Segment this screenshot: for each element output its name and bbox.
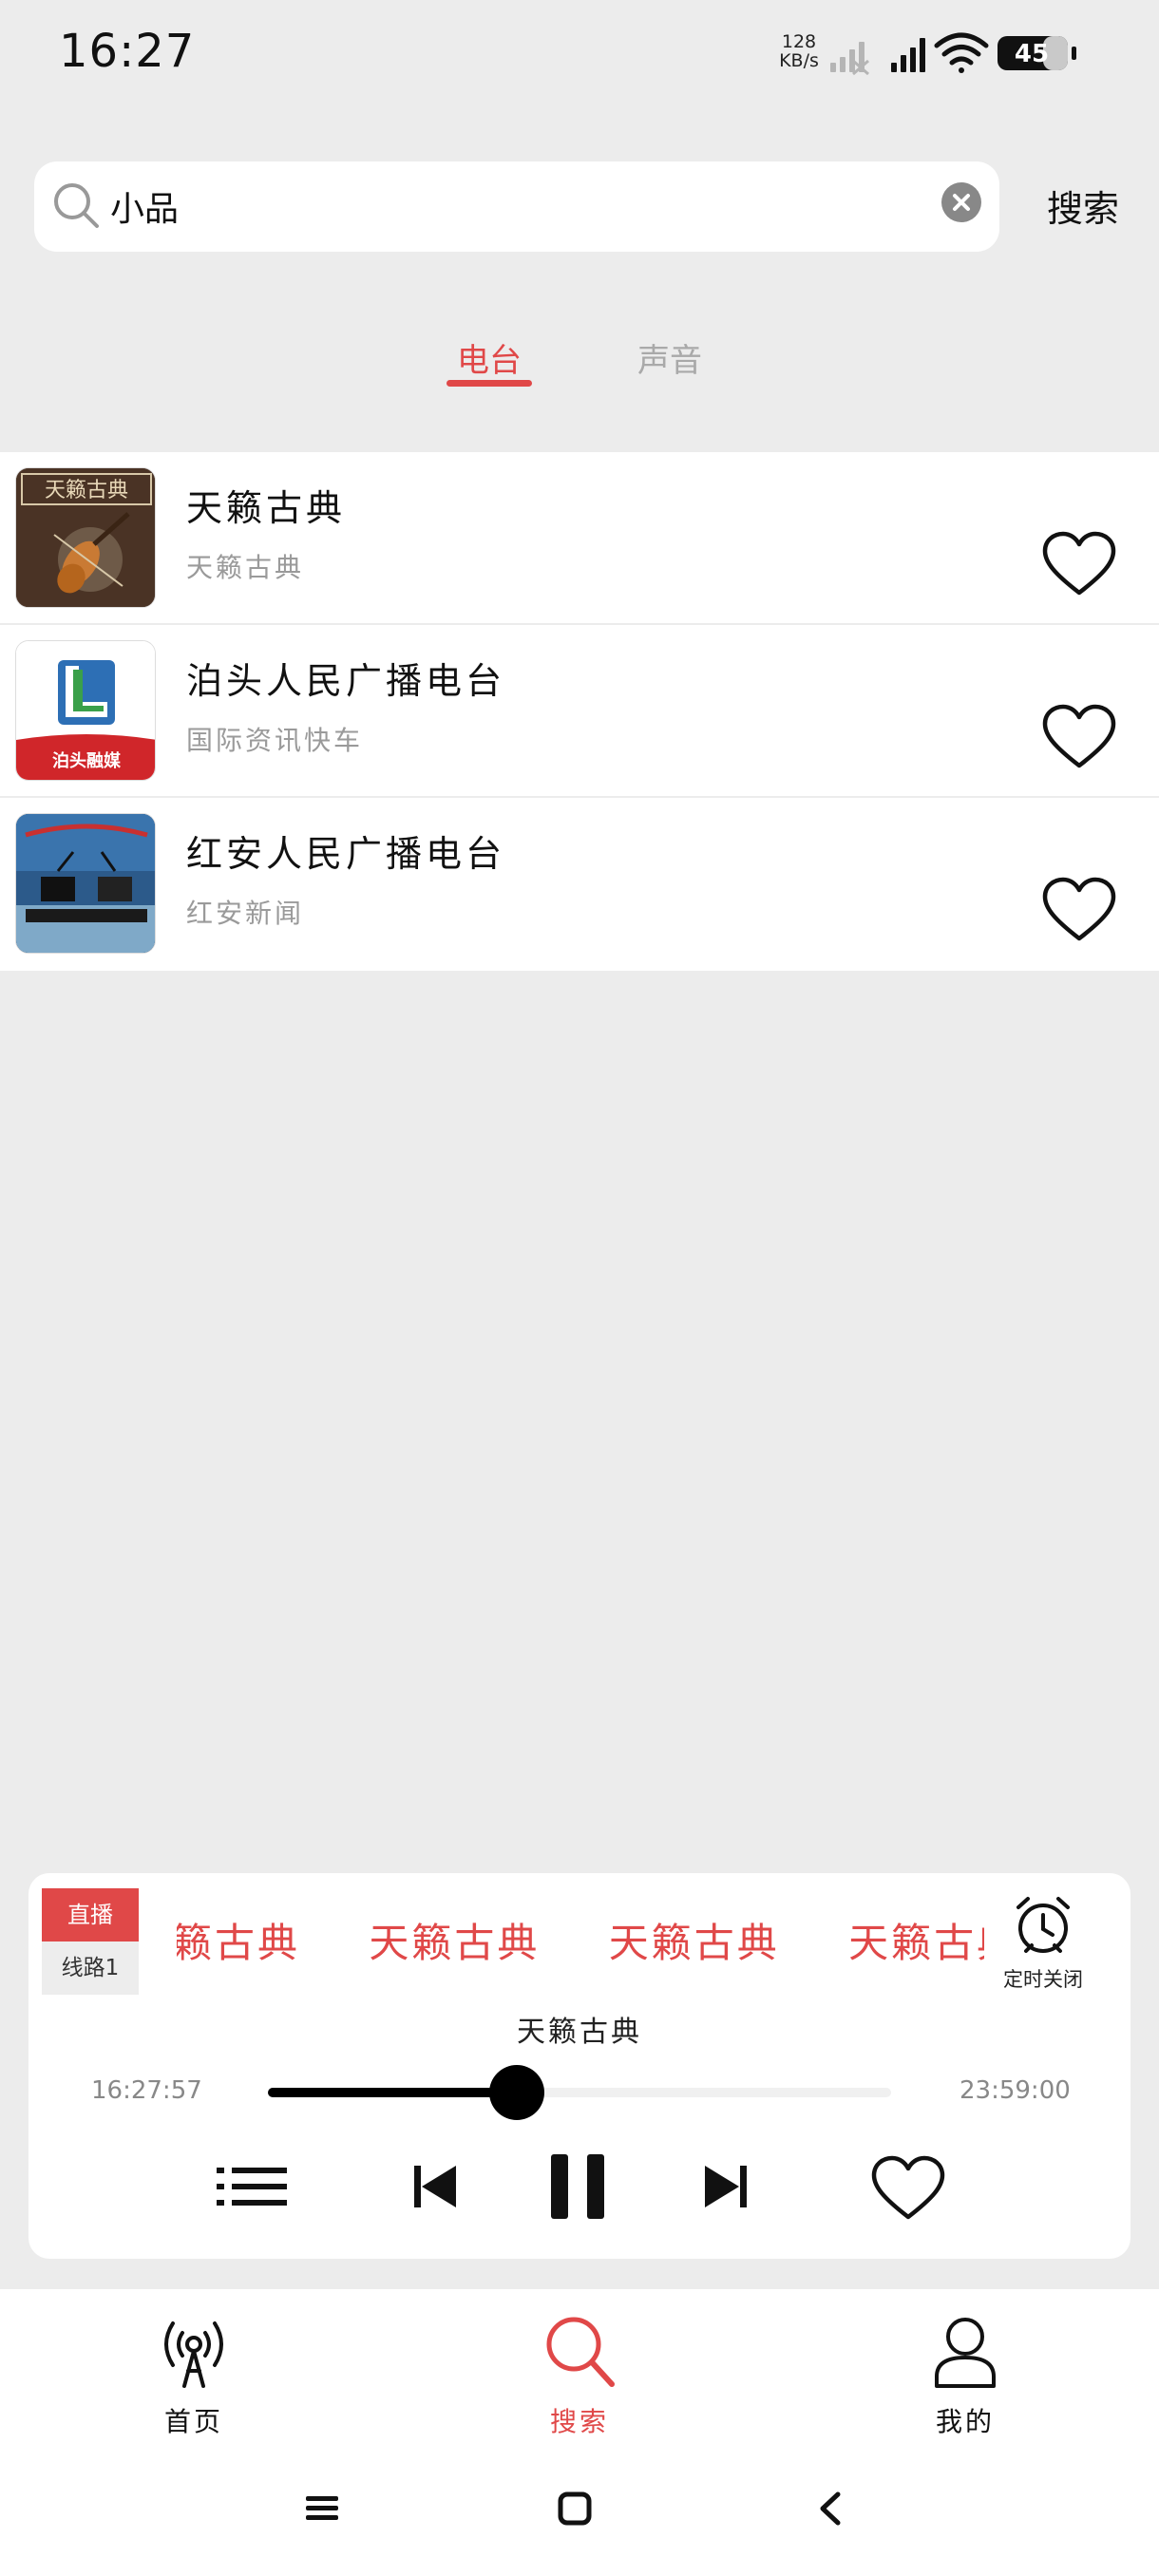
list-item[interactable]: 泊头融媒 泊头人民广播电台 国际资讯快车: [0, 625, 1159, 798]
back-icon[interactable]: [820, 2491, 841, 2526]
nav-search[interactable]: 搜索: [504, 2314, 656, 2437]
marquee-title: 天籁古典 天籁古典 天籁古典 天籁古典: [177, 1911, 984, 1978]
marquee-text: 天籁古典: [177, 1920, 301, 1966]
marquee-text: 天籁古典: [848, 1920, 984, 1966]
network-speed: 128 KB/s: [777, 32, 821, 70]
now-playing-title: 天籁古典: [517, 2016, 642, 2049]
marquee-text: 天籁古典: [608, 1920, 780, 1966]
search-input[interactable]: [110, 177, 946, 236]
end-time: 23:59:00: [960, 2076, 1071, 2105]
nav-search-label: 搜索: [549, 2406, 609, 2437]
station-title: 天籁古典: [186, 487, 347, 529]
line-selector[interactable]: 线路1: [42, 1941, 139, 1995]
studio-photo: [16, 814, 155, 953]
search-button[interactable]: 搜索: [1036, 180, 1130, 237]
signal-icon: [891, 38, 925, 72]
search-icon: [54, 183, 99, 228]
progress-thumb[interactable]: [489, 2065, 545, 2120]
mini-player: 直播 线路1 天籁古典 天籁古典 天籁古典 天籁古典 定时关闭 天籁古典 16:…: [28, 1873, 1130, 2259]
network-speed-unit: KB/s: [779, 50, 819, 71]
nav-mine[interactable]: 我的: [889, 2314, 1041, 2437]
result-list: 天籁古典 天籁古典 天籁古典 泊头融媒 泊头人民广播电台 国际资讯快车 红安人民…: [0, 452, 1159, 971]
violin-image: 天籁古典: [16, 468, 155, 607]
list-item[interactable]: 红安人民广播电台 红安新闻: [0, 798, 1159, 971]
wifi-icon: [934, 32, 989, 73]
pause-icon[interactable]: [542, 2149, 618, 2225]
status-icons: 45: [830, 32, 1076, 76]
status-bar: 16:27 128 KB/s 45: [0, 0, 1159, 104]
active-tab-indicator: [446, 380, 532, 387]
start-time: 16:27:57: [91, 2076, 202, 2105]
list-item[interactable]: 天籁古典 天籁古典 天籁古典: [0, 452, 1159, 625]
search-icon: [546, 2317, 615, 2387]
thumb-logo-text: 泊头融媒: [52, 750, 122, 771]
live-badge: 直播: [42, 1888, 139, 1941]
user-icon: [935, 2318, 996, 2388]
next-track-icon[interactable]: [694, 2149, 760, 2225]
nav-mine-label: 我的: [935, 2406, 995, 2437]
previous-track-icon[interactable]: [401, 2149, 467, 2225]
status-time: 16:27: [59, 25, 196, 78]
station-thumbnail: 泊头融媒: [15, 640, 156, 781]
menu-icon[interactable]: [306, 2496, 338, 2520]
nav-home-label: 首页: [163, 2406, 223, 2437]
alarm-clock-icon[interactable]: [1013, 1894, 1074, 1955]
favorite-heart-icon[interactable]: [1041, 530, 1117, 598]
station-title: 泊头人民广播电台: [186, 660, 506, 702]
station-thumbnail: 天籁古典: [15, 467, 156, 608]
system-navigation-bar: [306, 2491, 841, 2526]
station-subtitle: 国际资讯快车: [186, 725, 364, 756]
home-square-icon[interactable]: [558, 2491, 592, 2526]
nav-home[interactable]: 首页: [118, 2314, 270, 2437]
playlist-icon[interactable]: [215, 2149, 291, 2225]
radio-tower-icon: [164, 2321, 223, 2388]
station-thumbnail: [15, 813, 156, 954]
thumb-logo-text: 天籁古典: [45, 479, 128, 502]
tab-audio[interactable]: 声音: [618, 332, 722, 389]
network-speed-value: 128: [781, 31, 817, 52]
search-box[interactable]: [34, 161, 999, 252]
battery-level: 45: [1015, 40, 1049, 68]
station-subtitle: 红安新闻: [186, 898, 305, 929]
progress-fill: [268, 2088, 518, 2097]
sleep-timer-label[interactable]: 定时关闭: [978, 1964, 1108, 1993]
station-subtitle: 天籁古典: [186, 552, 305, 583]
battery-icon: 45: [998, 36, 1076, 70]
favorite-heart-icon[interactable]: [870, 2149, 946, 2225]
station-title: 红安人民广播电台: [186, 833, 506, 875]
clear-search-icon[interactable]: [940, 181, 982, 223]
marquee-text: 天籁古典: [369, 1920, 541, 1966]
signal-off-icon: [830, 42, 869, 76]
favorite-heart-icon[interactable]: [1041, 703, 1117, 771]
progress-slider[interactable]: [268, 2065, 891, 2120]
favorite-heart-icon[interactable]: [1041, 876, 1117, 944]
botou-media-logo: 泊头融媒: [16, 641, 155, 780]
